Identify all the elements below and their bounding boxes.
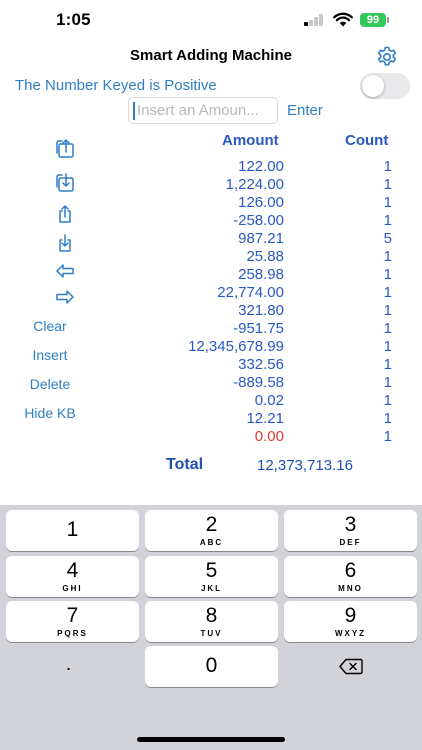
count-cell: 1 [383, 212, 392, 229]
amount-cell[interactable]: 25.88 [160, 248, 284, 266]
status-bar: 1:05 99 [0, 0, 422, 42]
key-digit: 8 [205, 604, 218, 627]
key-3[interactable]: 3 DEF [284, 510, 417, 551]
count-cell: 1 [383, 176, 392, 193]
arrow-left-icon[interactable] [54, 260, 76, 282]
key-letters: JKL [200, 584, 223, 593]
amount-cell[interactable]: 987.21 [160, 230, 284, 248]
amount-cell[interactable]: -258.00 [160, 212, 284, 230]
key-digit: 3 [344, 513, 357, 536]
key-letters: ABC [199, 538, 224, 547]
key-digit: 2 [205, 513, 218, 536]
hide-keyboard-button[interactable]: Hide KB [0, 405, 100, 421]
key-4[interactable]: 4 GHI [6, 556, 139, 597]
count-list: 1 1 1 1 5 1 1 1 1 1 1 1 1 1 1 1 [350, 158, 392, 446]
key-digit: 7 [66, 604, 79, 627]
key-letters: MNO [338, 584, 363, 593]
enter-button[interactable]: Enter [287, 102, 323, 119]
amount-list: 122.00 1,224.00 126.00 -258.00 987.21 25… [160, 158, 284, 446]
amount-cell[interactable]: 332.56 [160, 356, 284, 374]
cellular-signal-icon [304, 14, 326, 26]
key-letters: TUV [200, 629, 223, 638]
backspace-icon [339, 658, 363, 675]
arrow-right-icon[interactable] [54, 286, 76, 308]
home-indicator [137, 737, 285, 742]
count-column-header: Count [345, 132, 389, 149]
key-letters: GHI [62, 584, 83, 593]
key-6[interactable]: 6 MNO [284, 556, 417, 597]
key-7[interactable]: 7 PQRS [6, 601, 139, 642]
positive-toggle-label: The Number Keyed is Positive [15, 77, 217, 94]
share-up-boxed-icon[interactable] [54, 137, 76, 159]
amount-input[interactable] [128, 97, 278, 124]
count-cell: 1 [383, 392, 392, 409]
amount-column-header: Amount [222, 132, 279, 149]
count-cell: 1 [383, 320, 392, 337]
total-label: Total [166, 456, 204, 473]
amount-cell[interactable]: 22,774.00 [160, 284, 284, 302]
key-digit: 9 [344, 604, 357, 627]
amount-cell[interactable]: 258.98 [160, 266, 284, 284]
count-cell: 1 [383, 356, 392, 373]
key-2[interactable]: 2 ABC [145, 510, 278, 551]
key-letters: WXYZ [334, 629, 367, 638]
amount-cell[interactable]: 321.80 [160, 302, 284, 320]
key-digit: 5 [205, 559, 218, 582]
amount-cell[interactable]: 1,224.00 [160, 176, 284, 194]
count-cell: 1 [383, 410, 392, 427]
key-letters: DEF [339, 538, 362, 547]
amount-cell-current[interactable]: 0.00 [160, 428, 284, 446]
key-digit: 4 [66, 559, 79, 582]
key-0[interactable]: 0 [145, 646, 278, 687]
key-1[interactable]: 1 [6, 510, 139, 551]
battery-tip [387, 17, 389, 23]
count-cell: 1 [383, 266, 392, 283]
gear-icon[interactable] [375, 45, 399, 69]
share-up-icon[interactable] [54, 203, 76, 225]
key-8[interactable]: 8 TUV [145, 601, 278, 642]
key-digit: 0 [205, 654, 218, 677]
share-down-boxed-icon[interactable] [54, 171, 76, 193]
insert-button[interactable]: Insert [0, 347, 100, 363]
amount-cell[interactable]: 122.00 [160, 158, 284, 176]
amount-cell[interactable]: -889.58 [160, 374, 284, 392]
count-cell: 1 [383, 428, 392, 445]
key-decimal[interactable]: . [2, 646, 135, 687]
key-digit: 1 [66, 518, 79, 541]
amount-cell[interactable]: 12,345,678.99 [160, 338, 284, 356]
count-cell: 5 [383, 230, 392, 247]
total-value: 12,373,713.16 [257, 457, 353, 474]
amount-cell[interactable]: 0.02 [160, 392, 284, 410]
share-down-icon[interactable] [54, 232, 76, 254]
key-5[interactable]: 5 JKL [145, 556, 278, 597]
count-cell: 1 [383, 158, 392, 175]
count-cell: 1 [383, 302, 392, 319]
delete-button[interactable]: Delete [0, 376, 100, 392]
positive-toggle-switch[interactable] [360, 73, 410, 99]
count-cell: 1 [383, 284, 392, 301]
battery-icon: 99 [360, 13, 386, 27]
count-cell: 1 [383, 338, 392, 355]
status-time: 1:05 [56, 10, 91, 29]
key-9[interactable]: 9 WXYZ [284, 601, 417, 642]
amount-cell[interactable]: 12.21 [160, 410, 284, 428]
count-cell: 1 [383, 374, 392, 391]
text-cursor [133, 102, 135, 120]
wifi-icon [333, 12, 353, 27]
key-digit: . [65, 654, 72, 675]
app-title: Smart Adding Machine [130, 47, 292, 64]
amount-cell[interactable]: 126.00 [160, 194, 284, 212]
backspace-key[interactable] [284, 646, 417, 687]
clear-button[interactable]: Clear [0, 318, 100, 334]
count-cell: 1 [383, 248, 392, 265]
count-cell: 1 [383, 194, 392, 211]
amount-cell[interactable]: -951.75 [160, 320, 284, 338]
key-digit: 6 [344, 559, 357, 582]
toggle-knob [362, 75, 384, 97]
key-letters: PQRS [57, 629, 88, 638]
